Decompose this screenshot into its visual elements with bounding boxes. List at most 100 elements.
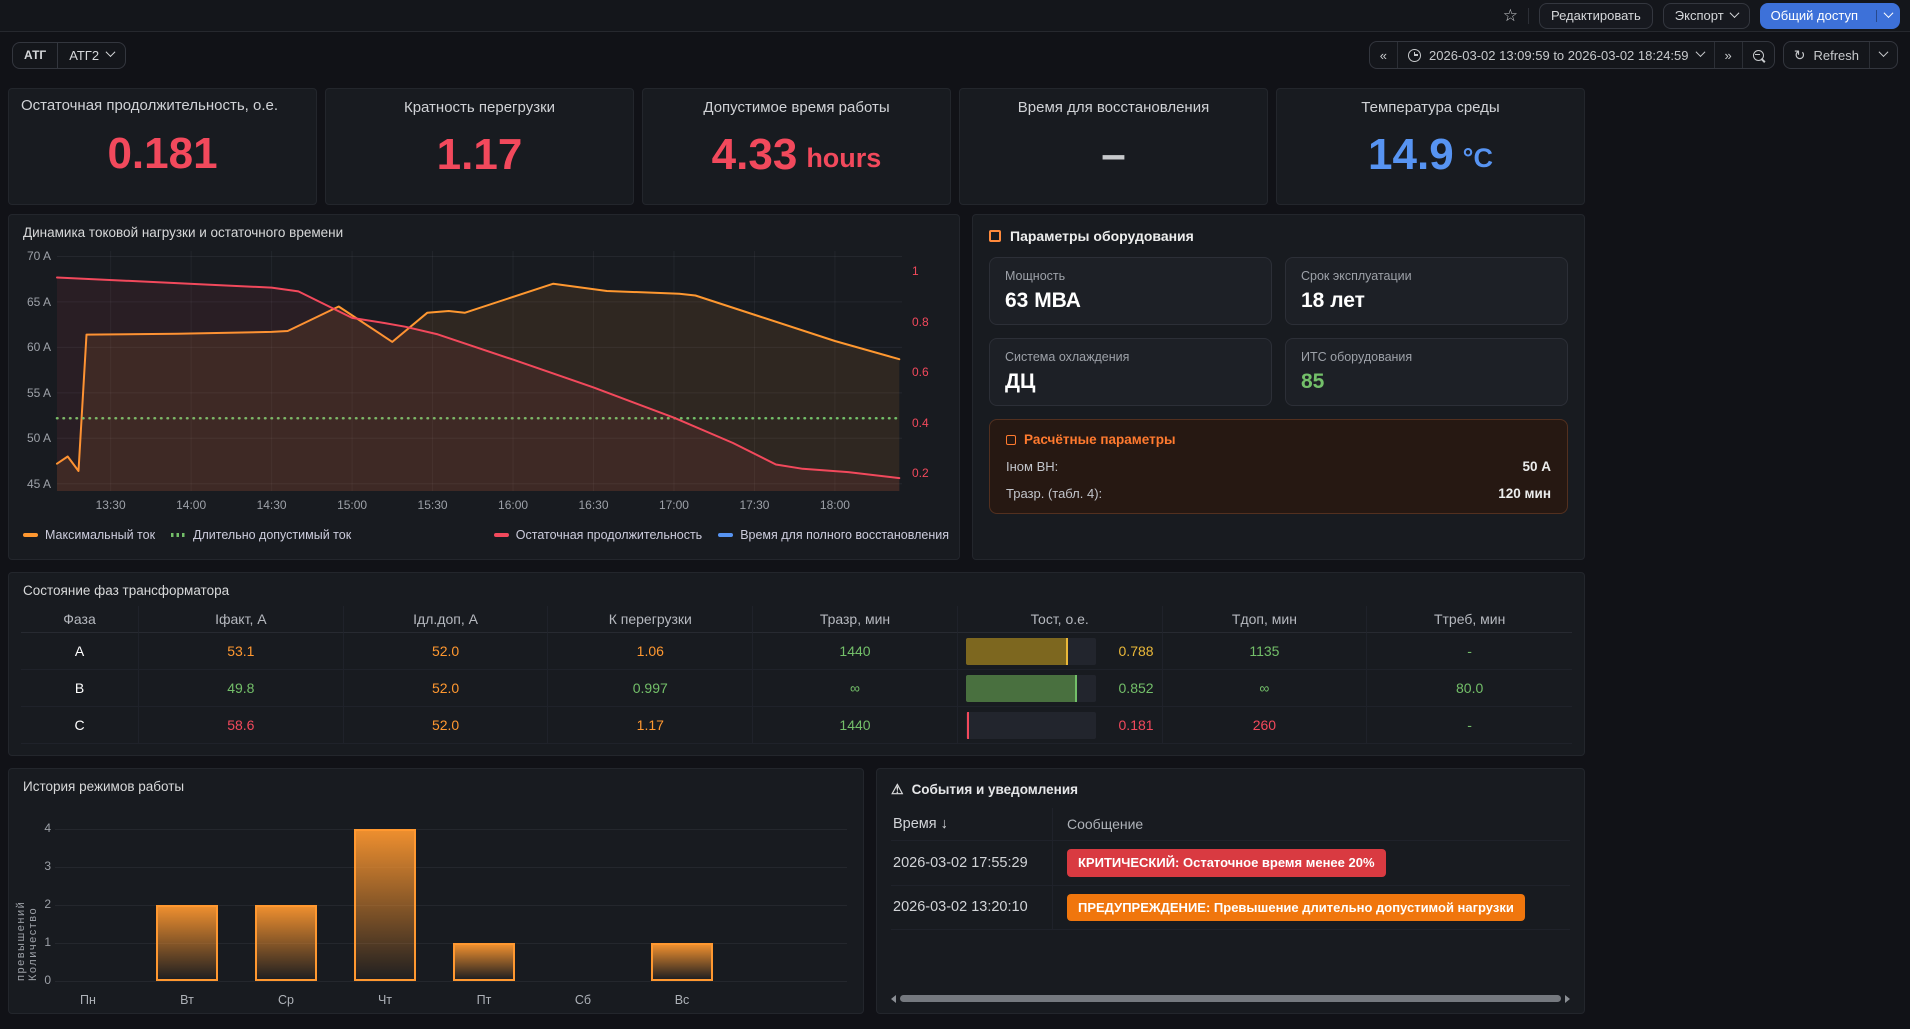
phase-cell: C xyxy=(21,707,139,744)
scroll-right-icon[interactable] xyxy=(1565,995,1570,1003)
stat-value-row: 0.181 xyxy=(9,116,316,204)
table-column-header[interactable]: Фаза xyxy=(21,606,139,633)
table-cell: ∞ xyxy=(1163,670,1368,707)
gauge-cell: 0.181 xyxy=(958,707,1163,744)
panel-title: Состояние фаз трансформатора xyxy=(9,573,1584,598)
table-column-header[interactable]: К перегрузки xyxy=(548,606,753,633)
table-column-header[interactable]: Тразр, мин xyxy=(753,606,958,633)
time-range-picker[interactable]: 2026-03-02 13:09:59 to 2026-03-02 18:24:… xyxy=(1397,42,1714,68)
stat-panel-3: Допустимое время работы4.33hours xyxy=(642,88,951,205)
table-column-header[interactable]: Тост, о.е. xyxy=(958,606,1163,633)
app-top-bar: ☆ Редактировать Экспорт Общий доступ xyxy=(0,0,1910,32)
table-cell: 80.0 xyxy=(1367,670,1572,707)
x-axis-tick: 14:30 xyxy=(242,498,302,512)
variable-value-dropdown[interactable]: АТГ2 xyxy=(57,43,125,68)
variable-selector[interactable]: АТГ АТГ2 xyxy=(12,42,126,69)
calc-param-row: Iном ВН: 50 А xyxy=(1006,459,1551,474)
table-cell: - xyxy=(1367,707,1572,744)
scrollbar-thumb[interactable] xyxy=(900,995,1561,1002)
zoom-out-button[interactable] xyxy=(1742,42,1774,68)
share-button-label[interactable]: Общий доступ xyxy=(1760,4,1869,27)
y-axis-tick-right: 0.2 xyxy=(912,466,929,480)
stat-unit: hours xyxy=(806,145,881,172)
table-cell: 0.997 xyxy=(548,670,753,707)
table-cell: 1440 xyxy=(753,633,958,670)
table-cell: 53.1 xyxy=(139,633,344,670)
refresh-icon: ↻ xyxy=(1794,47,1806,64)
share-dropdown-toggle[interactable] xyxy=(1876,10,1900,22)
event-badge: КРИТИЧЕСКИЙ: Остаточное время менее 20% xyxy=(1067,849,1386,877)
timeseries-plot[interactable] xyxy=(57,251,902,497)
time-shift-forward-button[interactable]: » xyxy=(1714,42,1742,68)
orange-square-icon xyxy=(989,230,1001,242)
phase-cell: B xyxy=(21,670,139,707)
stat-value-row: 1.17 xyxy=(326,118,633,204)
edit-button[interactable]: Редактировать xyxy=(1539,3,1653,29)
legend-item[interactable]: Остаточная продолжительность xyxy=(494,528,702,542)
stat-unit: °C xyxy=(1463,145,1493,172)
favorite-star-icon[interactable]: ☆ xyxy=(1503,7,1518,24)
message-column-header[interactable]: Сообщение xyxy=(1053,808,1570,840)
card-value: 85 xyxy=(1301,370,1552,394)
event-row: 2026-03-02 17:55:29 КРИТИЧЕСКИЙ: Остаточн… xyxy=(891,841,1570,886)
x-axis-tick: 16:00 xyxy=(483,498,543,512)
y-axis-tick-left: 55 A xyxy=(13,386,51,400)
time-column-header[interactable]: Время ↓ xyxy=(891,808,1053,840)
share-button[interactable]: Общий доступ xyxy=(1760,3,1900,29)
scroll-left-icon[interactable] xyxy=(891,995,896,1003)
legend-swatch-icon xyxy=(171,533,186,537)
export-button[interactable]: Экспорт xyxy=(1663,3,1750,29)
stat-panel-5: Температура среды14.9°C xyxy=(1276,88,1585,205)
calc-param-value: 120 мин xyxy=(1498,486,1551,501)
bar-Ср[interactable] xyxy=(255,905,317,981)
card-label: Система охлаждения xyxy=(1005,350,1256,364)
legend-item[interactable]: Максимальный ток xyxy=(23,528,155,542)
bar-Вт[interactable] xyxy=(156,905,218,981)
legend-item[interactable]: Длительно допустимый ток xyxy=(171,528,351,542)
equipment-card: Система охлажденияДЦ xyxy=(989,338,1272,406)
chevron-down-icon xyxy=(1879,47,1889,57)
stat-value-row: – xyxy=(960,118,1267,204)
x-axis-tick: Сб xyxy=(553,993,613,1007)
event-time: 2026-03-02 17:55:29 xyxy=(891,841,1053,885)
chart-legend: Максимальный ток Длительно допустимый ток… xyxy=(23,528,949,542)
calc-param-value: 50 А xyxy=(1522,459,1551,474)
table-column-header[interactable]: Iдл.доп, А xyxy=(344,606,549,633)
stat-value: 1.17 xyxy=(437,133,523,177)
stat-value: – xyxy=(1101,133,1125,177)
time-shift-back-button[interactable]: « xyxy=(1370,42,1397,68)
gauge-edge xyxy=(1066,638,1069,665)
x-axis-tick: 17:30 xyxy=(724,498,784,512)
event-time: 2026-03-02 13:20:10 xyxy=(891,886,1053,930)
equipment-card: Мощность63 МВА xyxy=(989,257,1272,325)
chevron-down-icon xyxy=(1884,8,1894,18)
phase-cell: A xyxy=(21,633,139,670)
refresh-button[interactable]: ↻ Refresh xyxy=(1784,42,1869,68)
legend-item[interactable]: Время для полного восстановления xyxy=(718,528,949,542)
horizontal-scrollbar[interactable] xyxy=(891,994,1570,1003)
gauge-value: 0.181 xyxy=(1106,717,1154,733)
table-cell: 49.8 xyxy=(139,670,344,707)
calc-params-header: Расчётные параметры xyxy=(1006,432,1551,447)
table-cell: 52.0 xyxy=(344,670,549,707)
equipment-cards: Мощность63 МВАСрок эксплуатации18 летСис… xyxy=(989,257,1568,406)
event-message: КРИТИЧЕСКИЙ: Остаточное время менее 20% xyxy=(1053,841,1570,885)
events-header: ⚠События и уведомления xyxy=(891,781,1570,798)
legend-swatch-icon xyxy=(718,533,733,537)
table-column-header[interactable]: Тдоп, мин xyxy=(1163,606,1368,633)
stat-title: Время для восстановления xyxy=(960,89,1267,118)
card-value: 63 МВА xyxy=(1005,289,1256,313)
y-axis-tick-left: 70 A xyxy=(13,249,51,263)
bar-Вс[interactable] xyxy=(651,943,713,981)
gauge-cell: 0.852 xyxy=(958,670,1163,707)
table-column-header[interactable]: Ттреб, мин xyxy=(1367,606,1572,633)
bar-Пт[interactable] xyxy=(453,943,515,981)
refresh-interval-dropdown[interactable] xyxy=(1869,42,1897,68)
bar-Чт[interactable] xyxy=(354,829,416,981)
y-axis-tick: 1 xyxy=(31,935,51,949)
calc-param-label: Iном ВН: xyxy=(1006,459,1058,474)
variable-label: АТГ xyxy=(13,43,57,68)
stat-value: 4.33 xyxy=(712,133,798,177)
gauge: 0.181 xyxy=(958,712,1162,739)
table-column-header[interactable]: Iфакт, А xyxy=(139,606,344,633)
